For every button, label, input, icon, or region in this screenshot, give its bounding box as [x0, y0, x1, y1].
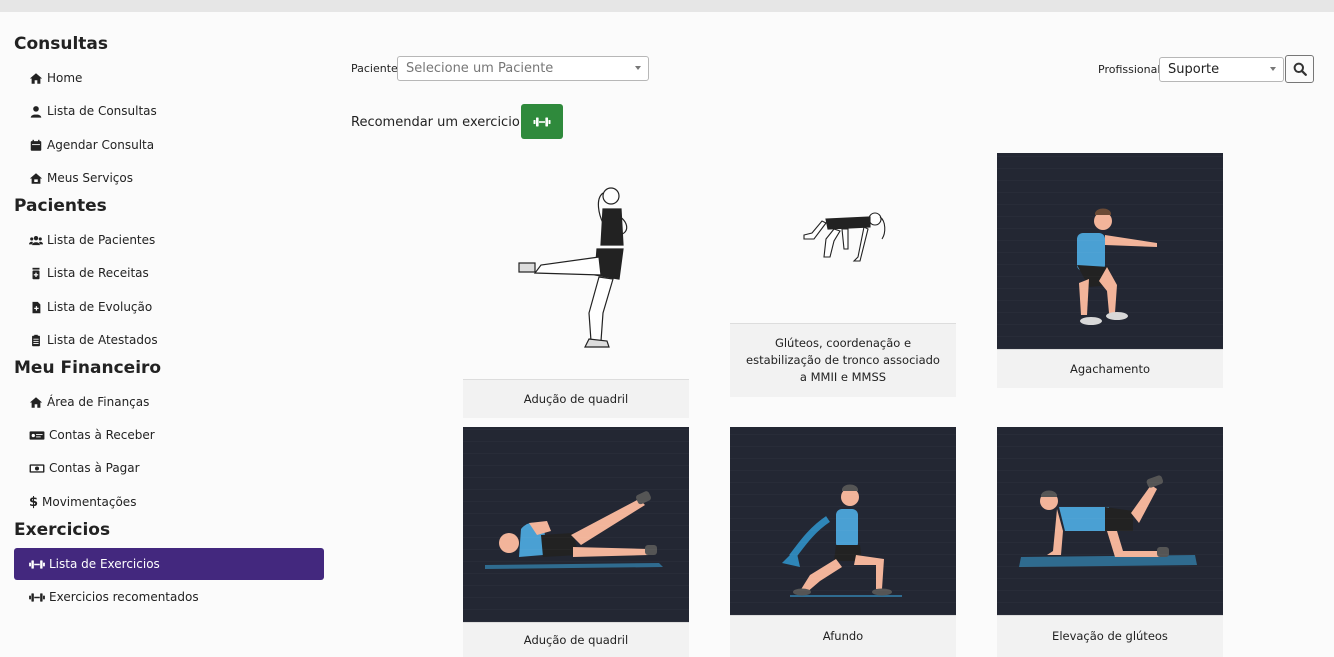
exercise-card[interactable]: Elevação de glúteos	[997, 427, 1223, 657]
professional-select[interactable]: Suporte	[1159, 57, 1284, 82]
money-card-icon	[28, 428, 46, 442]
sidebar-item-area-de-financas[interactable]: Área de Finanças	[14, 386, 324, 418]
sidebar-item-label: Lista de Pacientes	[47, 233, 156, 247]
sidebar-item-label: Movimentações	[42, 495, 137, 509]
patient-select-placeholder: Selecione um Paciente	[406, 61, 554, 76]
sidebar-item-lista-de-evolucao[interactable]: Lista de Evolução	[14, 291, 324, 323]
sidebar-item-contas-a-receber[interactable]: Contas à Receber	[14, 419, 324, 451]
top-bar	[0, 0, 1334, 12]
professional-label: Profissional	[1098, 63, 1161, 76]
exercise-card[interactable]: Glúteos, coordenação e estabilização de …	[730, 153, 956, 397]
sidebar-item-movimentacoes[interactable]: $ Movimentações	[14, 486, 324, 518]
exercise-caption: Afundo	[730, 615, 956, 657]
exercise-image-donkey-kick	[997, 427, 1223, 615]
sidebar-item-label: Lista de Exercicios	[49, 557, 160, 571]
file-plus-icon	[28, 300, 44, 314]
sidebar-item-label: Contas à Pagar	[49, 461, 140, 475]
exercise-caption: Adução de quadril	[463, 379, 689, 418]
home-icon	[28, 71, 44, 85]
sidebar-item-home[interactable]: Home	[14, 62, 324, 94]
sidebar-item-label: Área de Finanças	[47, 395, 150, 409]
chevron-down-icon	[635, 66, 641, 70]
exercise-caption: Glúteos, coordenação e estabilização de …	[730, 323, 956, 397]
prescription-icon	[28, 266, 44, 280]
search-button[interactable]	[1285, 55, 1314, 83]
sidebar-item-label: Contas à Receber	[49, 428, 155, 442]
section-title-consultas: Consultas	[14, 34, 109, 54]
recommend-exercise-button[interactable]	[521, 104, 563, 139]
user-doctor-icon	[28, 104, 44, 118]
search-icon	[1293, 62, 1307, 76]
sidebar-item-lista-de-pacientes[interactable]: Lista de Pacientes	[14, 224, 324, 256]
exercise-card[interactable]: Agachamento	[997, 153, 1223, 388]
exercise-caption: Adução de quadril	[463, 622, 689, 657]
sidebar-item-label: Exercicios recomentados	[49, 590, 199, 604]
sidebar-item-agendar-consulta[interactable]: Agendar Consulta	[14, 129, 324, 161]
section-title-meu-financeiro: Meu Financeiro	[14, 358, 162, 378]
exercise-image-squat	[997, 153, 1223, 349]
sidebar-item-label: Lista de Evolução	[47, 300, 153, 314]
sidebar-item-lista-de-exercicios[interactable]: Lista de Exercicios	[14, 548, 324, 580]
sidebar-item-label: Lista de Receitas	[47, 266, 149, 280]
sidebar-item-meus-servicos[interactable]: Meus Serviços	[14, 162, 324, 194]
house-service-icon	[28, 171, 44, 185]
sidebar-item-lista-de-receitas[interactable]: Lista de Receitas	[14, 257, 324, 289]
sidebar-item-label: Home	[47, 71, 83, 85]
dumbbell-icon	[28, 590, 46, 604]
sidebar-item-exercicios-recomentados[interactable]: Exercicios recomentados	[14, 581, 324, 613]
clipboard-icon	[28, 333, 44, 347]
exercise-image-lunge	[730, 427, 956, 615]
dumbbell-icon	[28, 557, 46, 571]
patient-select[interactable]: Selecione um Paciente	[397, 56, 649, 81]
exercise-caption: Elevação de glúteos	[997, 615, 1223, 657]
sidebar-item-contas-a-pagar[interactable]: Contas à Pagar	[14, 452, 324, 484]
professional-select-value: Suporte	[1168, 62, 1220, 77]
section-title-pacientes: Pacientes	[14, 196, 107, 216]
sidebar-item-lista-de-atestados[interactable]: Lista de Atestados	[14, 324, 324, 356]
sidebar-item-label: Agendar Consulta	[47, 138, 155, 152]
chevron-down-icon	[1270, 67, 1276, 71]
home-icon	[28, 395, 44, 409]
exercise-image-bird-dog	[730, 153, 956, 323]
sidebar-item-label: Meus Serviços	[47, 171, 133, 185]
sidebar-item-lista-de-consultas[interactable]: Lista de Consultas	[14, 95, 324, 127]
exercise-card[interactable]: Adução de quadril	[463, 427, 689, 657]
money-bill-icon	[28, 461, 46, 475]
calendar-icon	[28, 138, 44, 152]
section-title-exercicios: Exercicios	[14, 520, 111, 540]
sidebar-item-label: Lista de Consultas	[47, 104, 157, 118]
sidebar-item-label: Lista de Atestados	[47, 333, 158, 347]
exercise-caption: Agachamento	[997, 349, 1223, 388]
dumbbell-icon	[533, 117, 551, 126]
exercise-image-standing-hip-adduction	[463, 153, 689, 379]
exercise-image-side-lying-leg-raise	[463, 427, 689, 622]
exercise-card[interactable]: Adução de quadril	[463, 153, 689, 418]
exercise-card[interactable]: Afundo	[730, 427, 956, 657]
recommend-label: Recomendar um exercicio:	[351, 115, 525, 130]
dollar-icon: $	[28, 494, 39, 510]
users-icon	[28, 233, 44, 247]
patient-label: Paciente	[351, 62, 398, 75]
